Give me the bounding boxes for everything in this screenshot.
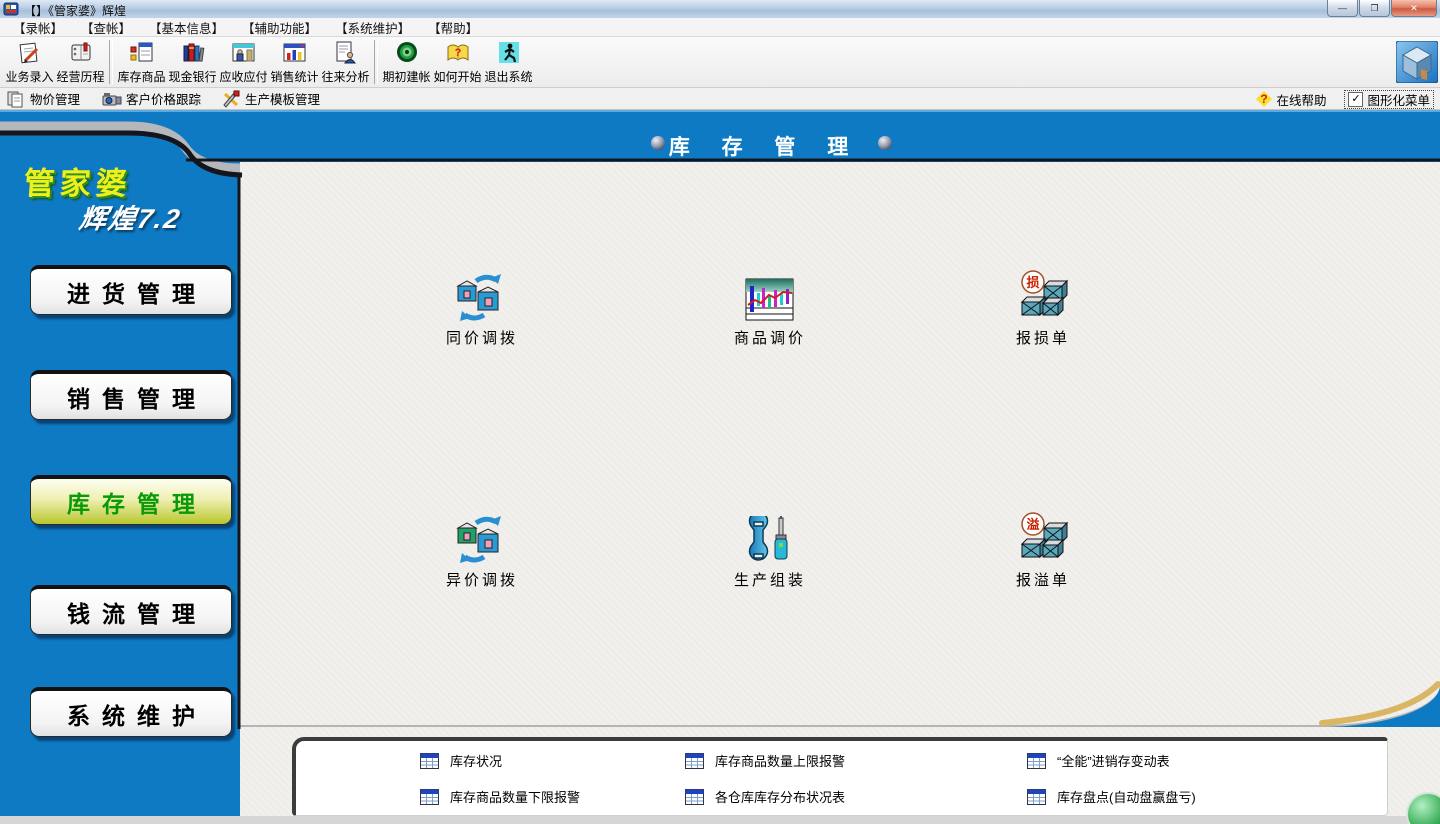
menu-query[interactable]: 【查帐】 bbox=[72, 18, 140, 37]
toolbar-separator bbox=[374, 40, 378, 84]
brand-version: 辉煌7.2 bbox=[77, 197, 185, 236]
toolbar-exit-system[interactable]: 退出系统 bbox=[483, 40, 534, 85]
toolbar-initial-accounts[interactable]: 期初建帐 bbox=[381, 40, 432, 85]
subtoolbar-customer-price-tracking[interactable]: 客户价格跟踪 bbox=[100, 89, 201, 108]
graphical-menu-checkbox[interactable]: ✓ bbox=[1348, 92, 1363, 107]
sphere-icon bbox=[651, 136, 665, 150]
module-production-assembly[interactable]: 生产组装 bbox=[704, 494, 836, 590]
window-bottom-edge bbox=[0, 816, 1440, 824]
content-panel bbox=[240, 162, 1440, 727]
secondary-toolbar: 物价管理 客户价格跟踪 生产模板管理 ? bbox=[0, 88, 1440, 110]
svg-text:?: ? bbox=[1261, 92, 1268, 106]
page-title: 库 存 管 理 bbox=[565, 131, 965, 161]
subtoolbar-right-group: ? 在线帮助 ✓ 图形化菜单 bbox=[1256, 88, 1434, 110]
restore-button[interactable]: ❐ bbox=[1359, 0, 1390, 17]
menu-aux-functions[interactable]: 【辅助功能】 bbox=[233, 18, 326, 37]
brand-cube-logo bbox=[1396, 41, 1438, 83]
sidebar-item-purchase[interactable]: 进货管理 bbox=[30, 265, 232, 315]
title-bar: 【】《管家婆》辉煌 — ❐ ✕ bbox=[0, 0, 1440, 19]
table-icon bbox=[420, 753, 439, 769]
window-controls: — ❐ ✕ bbox=[1326, 0, 1437, 17]
menu-basic-info[interactable]: 【基本信息】 bbox=[140, 18, 233, 37]
module-goods-price-adjust[interactable]: 商品调价 bbox=[704, 252, 836, 348]
report-stocktake[interactable]: 库存盘点(自动盘赢盘亏) bbox=[1027, 787, 1196, 806]
minimize-button[interactable]: — bbox=[1327, 0, 1358, 17]
subtoolbar-price-management[interactable]: 物价管理 bbox=[6, 89, 80, 108]
report-inventory-status[interactable]: 库存状况 bbox=[420, 751, 502, 770]
ledger-icon bbox=[68, 40, 94, 66]
toolbar-how-to-start[interactable]: ? 如何开始 bbox=[432, 40, 483, 85]
report-allround-change-table[interactable]: “全能”进销存变动表 bbox=[1027, 751, 1170, 770]
svg-text:损: 损 bbox=[1026, 275, 1039, 290]
sidebar-item-system[interactable]: 系统维护 bbox=[30, 687, 232, 737]
table-icon bbox=[420, 789, 439, 805]
toolbar-business-entry[interactable]: 业务录入 bbox=[4, 40, 55, 85]
module-diff-price-transfer[interactable]: 异价调拨 bbox=[416, 494, 548, 590]
toolbar-separator bbox=[109, 40, 113, 84]
graphical-menu-toggle[interactable]: ✓ 图形化菜单 bbox=[1344, 90, 1434, 109]
table-icon bbox=[685, 753, 704, 769]
sidebar-item-inventory[interactable]: 库存管理 bbox=[30, 475, 232, 525]
contacts-analysis-icon bbox=[333, 40, 359, 66]
sphere-icon bbox=[878, 136, 892, 150]
copy-pages-icon bbox=[6, 90, 26, 108]
exit-icon bbox=[496, 40, 522, 66]
diff-price-transfer-icon bbox=[454, 514, 510, 564]
notepad-pen-icon bbox=[17, 40, 43, 66]
menu-bar: 【录帐】 【查帐】 【基本信息】 【辅助功能】 【系统维护】 【帮助】 bbox=[0, 18, 1440, 37]
tools-icon bbox=[221, 90, 241, 108]
sidebar-item-sales[interactable]: 销售管理 bbox=[30, 370, 232, 420]
toolbar-sales-statistics[interactable]: 销售统计 bbox=[269, 40, 320, 85]
toolbar-contacts-analysis[interactable]: 往来分析 bbox=[320, 40, 371, 85]
same-price-transfer-icon bbox=[454, 272, 510, 322]
cash-bank-icon bbox=[180, 40, 206, 66]
sidebar-item-cashflow[interactable]: 钱流管理 bbox=[30, 585, 232, 635]
close-button[interactable]: ✕ bbox=[1391, 0, 1437, 17]
assembly-tools-icon bbox=[745, 516, 795, 564]
menu-help[interactable]: 【帮助】 bbox=[419, 18, 487, 37]
sales-stats-icon bbox=[282, 40, 308, 66]
table-icon bbox=[685, 789, 704, 805]
module-overflow-report[interactable]: 溢 报溢单 bbox=[977, 494, 1109, 590]
toolbar-inventory-goods[interactable]: 库存商品 bbox=[116, 40, 167, 85]
report-lower-limit-alert[interactable]: 库存商品数量下限报警 bbox=[420, 787, 580, 806]
help-question-icon: ? bbox=[1256, 91, 1272, 107]
report-upper-limit-alert[interactable]: 库存商品数量上限报警 bbox=[685, 751, 845, 770]
loss-report-icon: 损 bbox=[1016, 270, 1070, 322]
svg-text:?: ? bbox=[454, 47, 461, 59]
main-toolbar: 业务录入 经营历程 库存商品 bbox=[0, 37, 1440, 88]
window-title: 【】《管家婆》辉煌 bbox=[24, 2, 126, 19]
report-warehouse-distribution[interactable]: 各仓库库存分布状况表 bbox=[685, 787, 845, 806]
receivable-payable-icon bbox=[231, 40, 257, 66]
module-loss-report[interactable]: 损 报损单 bbox=[977, 252, 1109, 348]
application-window: 【】《管家婆》辉煌 — ❐ ✕ 【录帐】 【查帐】 【基本信息】 【辅助功能】 … bbox=[0, 0, 1440, 824]
menu-system-maintenance[interactable]: 【系统维护】 bbox=[326, 18, 419, 37]
app-icon bbox=[3, 1, 19, 17]
price-adjust-chart-icon bbox=[745, 278, 795, 322]
reports-panel: 库存状况 库存商品数量上限报警 “全能”进销存变动表 bbox=[292, 737, 1388, 816]
table-icon bbox=[1027, 753, 1046, 769]
subtoolbar-production-template[interactable]: 生产模板管理 bbox=[221, 89, 320, 108]
initial-account-icon bbox=[394, 40, 420, 66]
toolbar-receivable-payable[interactable]: 应收应付 bbox=[218, 40, 269, 85]
toolbar-business-history[interactable]: 经营历程 bbox=[55, 40, 106, 85]
camera-icon bbox=[100, 90, 122, 108]
svg-text:溢: 溢 bbox=[1026, 517, 1039, 532]
online-help-link[interactable]: ? 在线帮助 bbox=[1256, 90, 1326, 109]
overflow-report-icon: 溢 bbox=[1016, 512, 1070, 564]
menu-record[interactable]: 【录帐】 bbox=[4, 18, 72, 37]
module-same-price-transfer[interactable]: 同价调拨 bbox=[416, 252, 548, 348]
table-icon bbox=[1027, 789, 1046, 805]
inventory-icon bbox=[129, 40, 155, 66]
how-to-start-icon: ? bbox=[445, 40, 471, 66]
toolbar-cash-bank[interactable]: 现金银行 bbox=[167, 40, 218, 85]
